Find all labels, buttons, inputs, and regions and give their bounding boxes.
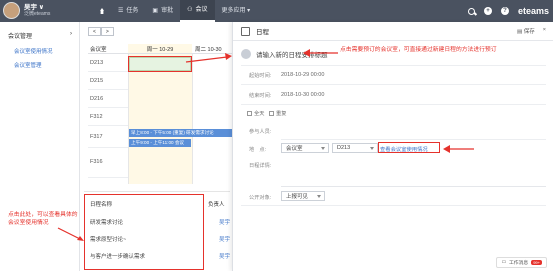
annotation-arrow <box>185 53 232 63</box>
prev-week-button[interactable]: < <box>88 27 101 36</box>
visibility-select[interactable]: 上报可见 <box>281 191 325 201</box>
end-time-label: 结束时间: <box>249 93 272 99</box>
highlight-box <box>378 142 440 153</box>
help-icon[interactable]: ? <box>500 7 509 15</box>
panel-title: 日程 <box>256 29 269 36</box>
next-week-button[interactable]: > <box>100 27 114 36</box>
home-icon <box>100 8 104 14</box>
checkbox-icon <box>269 111 274 117</box>
calendar-event[interactable]: 早上8:00 - 下午5:00 (重复) 研发需求讨论 <box>129 129 239 137</box>
main-nav: ☰ 任务 ▣ 审批 ⚇ 会议 更多应用 ▾ <box>93 0 257 22</box>
creator-avatar <box>241 49 251 59</box>
col-owner: 负责人 <box>208 202 225 208</box>
calendar-event[interactable]: 上午9:00 - 上午11:00 会议 <box>129 139 191 147</box>
end-time-field[interactable]: 2018-10-30 00:00 <box>281 92 324 98</box>
highlight-box <box>84 194 204 270</box>
sidebar-item-room-usage[interactable]: 会议室使用情况 <box>14 47 53 55</box>
message-icon: ▭ <box>501 260 506 265</box>
sidebar-group-meeting-admin[interactable]: 会议管理 › <box>8 31 72 40</box>
room-row-label: D215 <box>88 74 128 90</box>
add-icon[interactable]: + <box>483 7 492 15</box>
checkbox-icon <box>247 111 252 117</box>
header-monday: 周一 10-29 <box>128 44 192 54</box>
save-icon: ▤ <box>517 29 523 35</box>
room-row-label: D213 <box>88 56 128 72</box>
nav-task[interactable]: ☰ 任务 <box>111 0 145 22</box>
room-row-label: F317 <box>88 128 128 148</box>
room-row-label: F312 <box>88 110 128 126</box>
location-type-select[interactable]: 会议室 <box>281 143 329 153</box>
chevron-down-icon <box>370 146 374 150</box>
nav-home[interactable] <box>93 0 111 22</box>
list-icon: ☰ <box>118 8 124 14</box>
avatar[interactable] <box>3 2 20 19</box>
close-button[interactable]: × <box>543 27 546 35</box>
top-bar: 吴宇 ∨ 泛微eteams ☰ 任务 ▣ 审批 ⚇ 会议 更多应用 ▾ + ? ete… <box>0 0 553 22</box>
room-row-label: D216 <box>88 92 128 108</box>
search-icon[interactable] <box>467 7 475 15</box>
header-room: 会议室 <box>88 44 128 54</box>
participants-label: 参与人员: <box>249 129 272 135</box>
sidebar-item-room-management[interactable]: 会议室管理 <box>14 61 42 69</box>
location-label: 地 点: <box>249 147 267 153</box>
allday-checkbox[interactable]: 全天 <box>247 110 264 117</box>
work-message-button[interactable]: ▭ 工作消息 99+ <box>496 257 547 268</box>
monday-column[interactable] <box>128 54 192 184</box>
nav-approval[interactable]: ▣ 审批 <box>145 0 180 22</box>
highlight-box <box>128 56 192 72</box>
nav-more-apps[interactable]: 更多应用 ▾ <box>215 0 258 22</box>
annotation-right: 点击需要预订的会议室，可直接通过新建日程的方法进行预订 <box>340 47 497 53</box>
room-row-label: F316 <box>88 148 128 178</box>
description-label: 日程详情: <box>249 163 272 169</box>
schedule-panel: 日程 ▤ 保存 × 请输入新的日程安排标题 起始时间: 2018-10-29 0… <box>232 22 553 271</box>
start-time-field[interactable]: 2018-10-29 00:00 <box>281 72 324 78</box>
save-button[interactable]: ▤ 保存 <box>517 27 535 35</box>
username[interactable]: 吴宇 ∨ <box>24 4 50 11</box>
annotation-arrow <box>443 145 474 153</box>
eteams-logo: eteams <box>517 6 549 16</box>
visibility-label: 公开对象: <box>249 195 272 201</box>
annotation-left: 点击此处，可以查看具体的会议室使用情况 <box>8 212 78 226</box>
org-name: 泛微eteams <box>24 10 51 17</box>
annotation-arrow <box>57 227 84 241</box>
annotation-arrow <box>303 49 338 57</box>
approve-icon: ▣ <box>152 8 159 14</box>
chevron-right-icon: › <box>70 31 72 37</box>
location-room-select[interactable]: D213 <box>332 143 378 153</box>
description-editor[interactable] <box>281 159 546 187</box>
nav-meeting[interactable]: ⚇ 会议 <box>180 0 215 22</box>
chevron-down-icon <box>321 146 325 150</box>
start-time-label: 起始时间: <box>249 73 272 79</box>
meeting-icon: ⚇ <box>187 7 193 13</box>
chevron-down-icon <box>317 194 321 198</box>
repeat-checkbox[interactable]: 重复 <box>269 110 286 117</box>
unread-badge: 99+ <box>531 260 542 265</box>
calendar-icon <box>241 26 250 36</box>
user-menu[interactable]: 吴宇 ∨ 泛微eteams <box>3 2 50 19</box>
